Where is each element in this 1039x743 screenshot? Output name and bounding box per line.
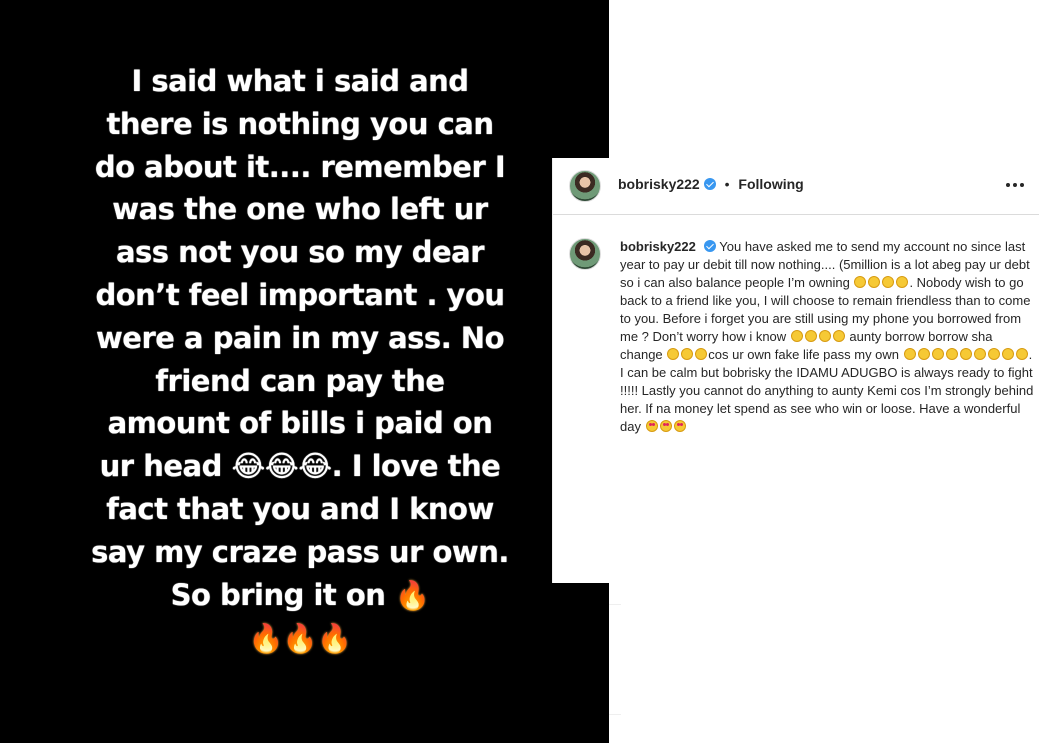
laughing-emoji-icon [667, 348, 680, 360]
laughing-emoji-icon [903, 348, 916, 360]
laughing-emoji-icon [973, 348, 986, 360]
heart-eyes-emoji-icon [673, 420, 686, 432]
laughing-emoji-icon: 😂😂😂 [231, 449, 332, 484]
laughing-emoji-icon [868, 276, 881, 288]
verified-badge-icon [703, 240, 716, 252]
post-username[interactable]: bobrisky222 [618, 176, 700, 192]
separator-dot: • [724, 176, 730, 192]
laughing-emoji-icon [882, 276, 895, 288]
instagram-post-panel: bobrisky222 • Following bobrisky222 You … [552, 158, 1039, 583]
more-options-icon[interactable] [1006, 173, 1024, 197]
post-author-line: bobrisky222 • Following [618, 175, 804, 193]
post-caption: bobrisky222 You have asked me to send my… [620, 238, 1036, 436]
divider [609, 714, 621, 715]
laughing-emoji-icon [818, 330, 831, 342]
laughing-emoji-icon [695, 348, 708, 360]
laughing-emoji-icon [959, 348, 972, 360]
caption-username[interactable]: bobrisky222 [620, 239, 696, 254]
laughing-emoji-icon [681, 348, 694, 360]
post-header: bobrisky222 • Following [553, 158, 1039, 215]
laughing-emoji-icon [945, 348, 958, 360]
divider [609, 604, 621, 605]
fire-emoji-icon: 🔥 [395, 578, 430, 612]
laughing-emoji-icon [804, 330, 817, 342]
laughing-emoji-icon [832, 330, 845, 342]
verified-badge-icon [703, 178, 716, 190]
caption-part-4: cos ur own fake life pass my own [708, 347, 900, 362]
avatar[interactable] [569, 238, 601, 270]
laughing-emoji-icon [931, 348, 944, 360]
laughing-emoji-icon [790, 330, 803, 342]
story-text: I said what i said and there is nothing … [90, 60, 510, 661]
laughing-emoji-icon [917, 348, 930, 360]
heart-eyes-emoji-icon [645, 420, 658, 432]
laughing-emoji-icon [896, 276, 909, 288]
fire-emoji-icon: 🔥🔥🔥 [248, 622, 352, 656]
following-button[interactable]: Following [738, 176, 803, 192]
story-main-text: I said what i said and there is nothing … [94, 64, 506, 484]
screenshot-root: I said what i said and there is nothing … [0, 0, 1039, 743]
laughing-emoji-icon [1015, 348, 1028, 360]
story-image: I said what i said and there is nothing … [0, 0, 609, 743]
laughing-emoji-icon [1001, 348, 1014, 360]
laughing-emoji-icon [987, 348, 1000, 360]
avatar[interactable] [569, 170, 601, 202]
heart-eyes-emoji-icon [659, 420, 672, 432]
laughing-emoji-icon [854, 276, 867, 288]
